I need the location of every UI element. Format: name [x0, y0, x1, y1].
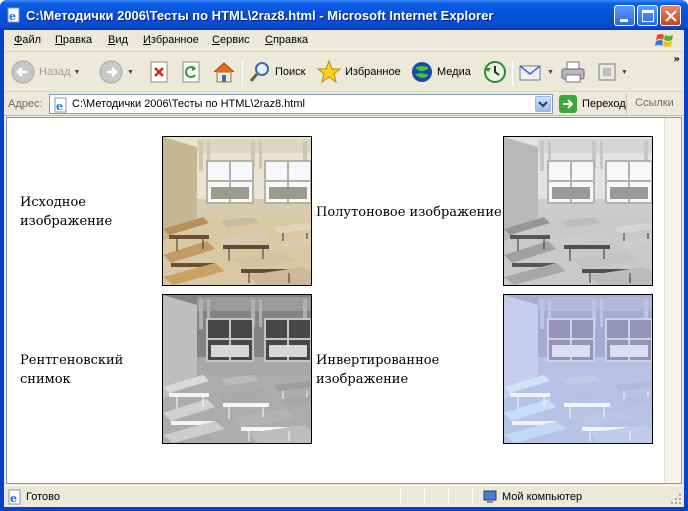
svg-text:e: e — [10, 492, 17, 505]
close-icon — [665, 10, 677, 22]
edit-button[interactable]: ▼ — [596, 58, 628, 86]
zone-label: Мой компьютер — [502, 491, 583, 503]
caption-xray: Рентгеновский снимок — [20, 353, 124, 387]
refresh-icon — [182, 61, 200, 83]
search-button[interactable]: Поиск — [248, 58, 305, 86]
browser-window: e C:\Методички 2006\Тесты по HTML\2raz8.… — [0, 0, 688, 511]
vertical-scrollbar[interactable] — [664, 118, 681, 483]
home-button[interactable] — [211, 58, 237, 86]
stop-button[interactable] — [148, 58, 170, 86]
chevron-down-icon — [538, 101, 548, 108]
refresh-button[interactable] — [180, 58, 202, 86]
page-content: Исходное изображение Полутоновое изображ… — [6, 117, 682, 484]
window-title: C:\Методички 2006\Тесты по HTML\2raz8.ht… — [26, 8, 494, 23]
menu-tools[interactable]: Сервис — [212, 34, 250, 46]
ie-page-icon: e — [54, 97, 67, 113]
printer-icon — [561, 61, 585, 83]
back-dropdown-icon[interactable]: ▼ — [74, 69, 81, 76]
image-inverted — [503, 294, 653, 444]
status-divider — [424, 489, 425, 505]
favorites-button[interactable]: Избранное — [316, 58, 401, 86]
toolbar-separator — [512, 60, 513, 86]
status-divider — [448, 489, 449, 505]
mail-icon — [519, 65, 541, 81]
go-label: Переход — [582, 98, 626, 110]
address-bar: Адрес: e C:\Методички 2006\Тесты по HTML… — [4, 92, 684, 116]
status-text: Готово — [26, 491, 60, 503]
media-label: Медиа — [437, 66, 471, 78]
menu-edit[interactable]: Правка — [55, 34, 92, 46]
stop-icon — [150, 61, 168, 83]
menu-file[interactable]: Файл — [14, 34, 41, 46]
toolbar-separator — [242, 60, 243, 86]
history-button[interactable] — [482, 58, 508, 86]
back-arrow-icon — [11, 60, 35, 84]
status-bar: e Готово Мой компьютер — [4, 485, 684, 507]
media-button[interactable]: Медиа — [410, 58, 471, 86]
forward-arrow-icon — [99, 60, 123, 84]
menu-favorites[interactable]: Избранное — [143, 34, 199, 46]
menu-view[interactable]: Вид — [108, 34, 128, 46]
title-bar[interactable]: e C:\Методички 2006\Тесты по HTML\2raz8.… — [0, 0, 688, 30]
minimize-button[interactable] — [614, 5, 635, 26]
forward-button[interactable]: ▼ — [98, 58, 134, 86]
toolbar-more-chevron[interactable]: » — [674, 54, 680, 65]
security-zone: Мой компьютер — [482, 489, 582, 505]
maximize-button[interactable] — [637, 5, 658, 26]
history-icon — [484, 61, 506, 83]
back-button[interactable]: Назад ▼ — [10, 58, 80, 86]
search-icon — [249, 62, 269, 82]
edit-dropdown-icon[interactable]: ▼ — [621, 69, 628, 76]
standard-toolbar: Назад ▼ ▼ Поиск Избранное Медиа ▼ ▼ » — [4, 52, 684, 92]
media-icon — [412, 62, 432, 82]
window-frame: Файл Правка Вид Избранное Сервис Справка… — [4, 30, 684, 507]
windows-flag-icon — [655, 34, 673, 47]
minimize-icon — [620, 19, 628, 22]
caption-grayscale: Полутоновое изображение — [316, 205, 502, 220]
links-bar[interactable]: Ссылки — [626, 94, 674, 114]
favorites-label: Избранное — [345, 66, 401, 78]
status-divider — [400, 489, 401, 505]
go-arrow-icon — [559, 95, 577, 113]
image-xray — [162, 294, 312, 444]
address-label: Адрес: — [8, 98, 43, 110]
address-input[interactable]: e C:\Методички 2006\Тесты по HTML\2raz8.… — [49, 94, 553, 114]
menu-help[interactable]: Справка — [265, 34, 308, 46]
forward-dropdown-icon[interactable]: ▼ — [127, 69, 134, 76]
go-button[interactable]: Переход — [559, 95, 626, 113]
star-icon — [316, 59, 342, 84]
svg-text:e: e — [56, 100, 63, 113]
resize-grip-icon[interactable] — [670, 493, 682, 505]
address-url: C:\Методички 2006\Тесты по HTML\2raz8.ht… — [72, 98, 305, 110]
menu-bar: Файл Правка Вид Избранное Сервис Справка — [4, 30, 684, 52]
edit-page-icon — [598, 63, 616, 81]
mail-dropdown-icon[interactable]: ▼ — [547, 69, 554, 76]
maximize-icon — [642, 10, 654, 22]
caption-inverted: Инвертированное изображение — [316, 353, 440, 387]
address-dropdown-button[interactable] — [535, 96, 551, 112]
svg-text:e: e — [9, 10, 16, 23]
ie-page-icon: e — [8, 489, 21, 505]
back-label: Назад — [39, 66, 71, 78]
print-button[interactable] — [560, 58, 586, 86]
ie-page-icon: e — [7, 7, 20, 23]
image-grayscale — [503, 136, 653, 286]
computer-icon — [483, 490, 497, 503]
search-label: Поиск — [275, 66, 306, 78]
close-button[interactable] — [660, 5, 681, 26]
mail-button[interactable]: ▼ — [518, 58, 554, 86]
image-original — [162, 136, 312, 286]
status-divider — [472, 489, 473, 505]
home-icon — [213, 62, 235, 83]
caption-original: Исходное изображение — [20, 195, 113, 229]
